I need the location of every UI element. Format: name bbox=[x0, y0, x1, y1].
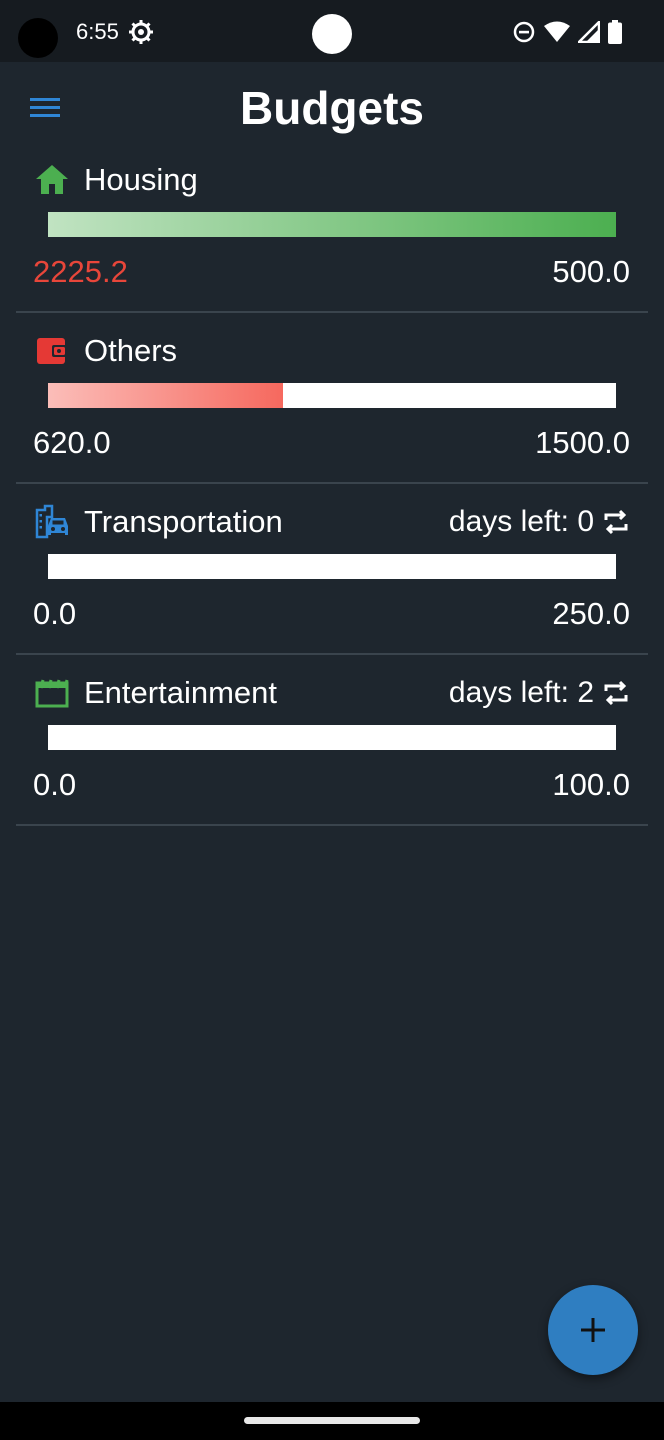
status-time: 6:55 bbox=[76, 19, 119, 44]
budget-item-housing[interactable]: Housing 2225.2 500.0 bbox=[16, 140, 648, 313]
city-car-icon bbox=[35, 504, 68, 539]
budget-progress-bar bbox=[48, 554, 616, 579]
budget-item-entertainment[interactable]: Entertainment days left: 2 0.0 100.0 bbox=[16, 653, 648, 826]
movie-clapper-icon bbox=[35, 679, 69, 708]
wifi-icon bbox=[544, 21, 570, 42]
budget-progress-bar bbox=[48, 212, 616, 237]
navigation-bar bbox=[0, 1402, 664, 1440]
add-budget-button[interactable] bbox=[548, 1285, 638, 1375]
budget-spent: 0.0 bbox=[33, 767, 77, 802]
days-left[interactable]: days left: 2 bbox=[449, 673, 632, 713]
budget-name: Housing bbox=[84, 162, 198, 197]
days-left-text: days left: 2 bbox=[448, 676, 594, 709]
budget-limit: 100.0 bbox=[552, 767, 630, 802]
days-left-text: days left: 0 bbox=[448, 505, 594, 538]
battery-icon bbox=[608, 20, 622, 44]
budget-item-transportation[interactable]: Transportation days left: 0 0.0 250.0 bbox=[16, 482, 648, 655]
signal-icon bbox=[578, 21, 600, 43]
days-left[interactable]: days left: 0 bbox=[449, 502, 632, 542]
budget-spent: 0.0 bbox=[33, 596, 77, 631]
repeat-icon bbox=[604, 509, 628, 535]
budget-limit: 1500.0 bbox=[535, 425, 630, 460]
budget-progress-fill bbox=[48, 383, 283, 408]
budget-item-others[interactable]: Others 620.0 1500.0 bbox=[16, 311, 648, 484]
budget-progress-fill bbox=[48, 212, 616, 237]
budget-name: Transportation bbox=[84, 504, 283, 539]
budget-name: Others bbox=[84, 333, 178, 368]
home-gesture-handle[interactable] bbox=[244, 1417, 420, 1424]
budget-spent: 620.0 bbox=[33, 425, 111, 460]
page-title: Budgets bbox=[240, 82, 424, 134]
repeat-icon bbox=[604, 680, 628, 706]
budget-limit: 500.0 bbox=[552, 254, 630, 289]
budget-name: Entertainment bbox=[84, 675, 277, 710]
front-camera bbox=[312, 14, 352, 54]
budget-progress-bar bbox=[48, 383, 616, 408]
home-icon-shape bbox=[36, 165, 68, 194]
status-bar: 6:55 bbox=[0, 0, 664, 62]
budget-limit: 250.0 bbox=[552, 596, 630, 631]
settings-gear-icon bbox=[129, 20, 153, 44]
budget-spent: 2225.2 bbox=[33, 254, 128, 289]
wallet-icon bbox=[37, 338, 67, 364]
budget-progress-bar bbox=[48, 725, 616, 750]
camera-cutout bbox=[18, 18, 58, 58]
plus-icon bbox=[581, 1318, 605, 1342]
home-icon bbox=[36, 165, 68, 194]
do-not-disturb-icon bbox=[513, 21, 535, 43]
